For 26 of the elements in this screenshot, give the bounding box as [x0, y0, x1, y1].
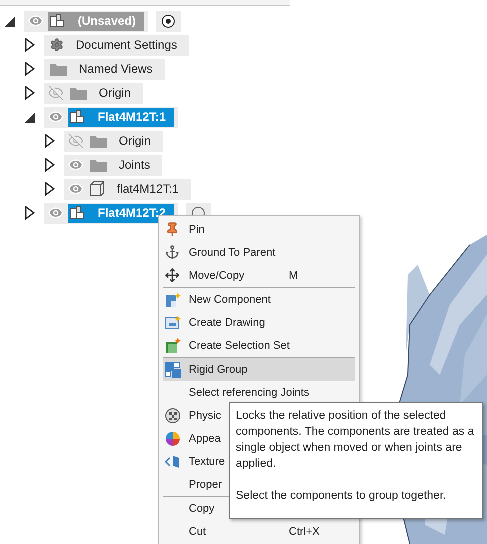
tree-item-label: Flat4M12T:1	[97, 110, 166, 124]
menu-item-label: Ground To Parent	[188, 246, 276, 258]
shortcut-label: Ctrl+X	[289, 526, 321, 538]
tooltip-text: Locks the relative position of the selected components. The components are treated as a single object when moved or when joints are applied.	[236, 409, 476, 472]
menu-item-label: Move/Copy	[188, 270, 245, 282]
tree-item-label: Joints	[118, 158, 150, 172]
menu-item-label: Create Drawing	[188, 316, 266, 328]
tree-item-label: Named Views	[78, 62, 153, 76]
tree-item-label: Origin	[98, 86, 132, 100]
tooltip-text: Select the components to group together.	[236, 489, 448, 504]
menu-item-label: Cut	[188, 526, 206, 538]
shortcut-label: M	[289, 270, 300, 282]
menu-item-label: New Component	[188, 294, 271, 306]
tree-item-label: Flat4M12T:2	[97, 206, 166, 220]
tree-item-label: (Unsaved)	[77, 14, 136, 28]
menu-item-label: Physic	[188, 410, 222, 422]
menu-item-label: Create Selection Set	[188, 340, 290, 352]
menu-item-label: Pin	[188, 224, 205, 236]
menu-item-label: Appea	[188, 432, 221, 444]
menu-item-label: Copy	[188, 502, 215, 514]
menu-item-label: Rigid Group	[188, 364, 248, 376]
tree-item-label: Document Settings	[75, 38, 178, 52]
menu-item-label: Select referencing Joints	[188, 386, 310, 398]
tree-item-label: flat4M12T:1	[116, 182, 180, 196]
menu-item-label: Texture	[188, 456, 226, 468]
tree-item-label: Origin	[118, 134, 152, 148]
